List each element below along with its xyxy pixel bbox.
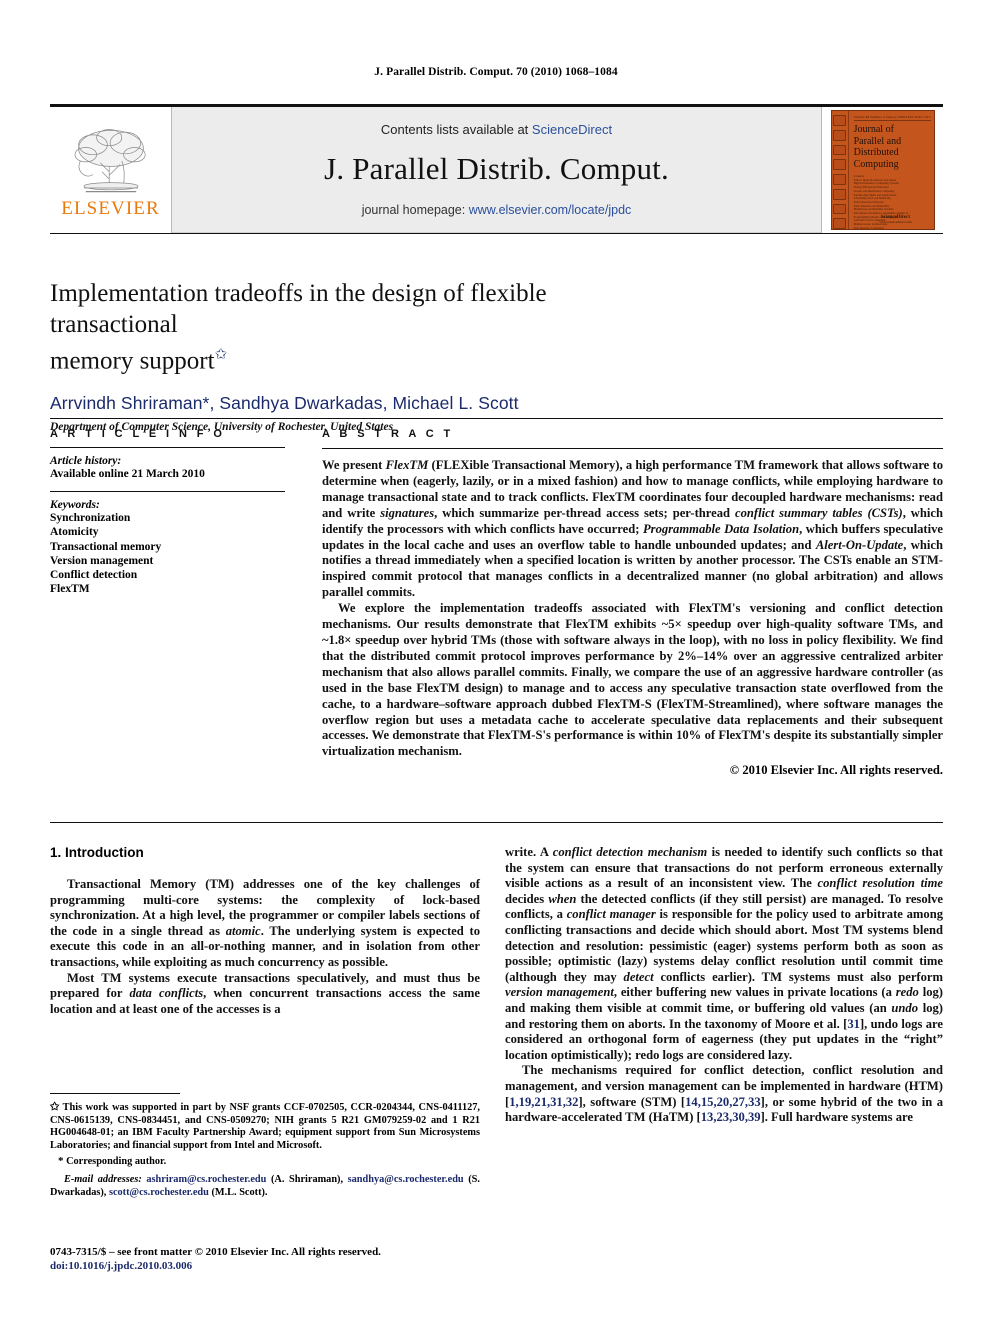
cover-title-line: Parallel and <box>853 135 902 147</box>
header-divider <box>50 418 943 419</box>
keywords-label: Keywords: <box>50 499 100 511</box>
keyword-item: Version management <box>50 554 154 567</box>
imprint-block: 0743-7315/$ – see front matter © 2010 El… <box>50 1245 490 1273</box>
email-owner: (A. Shriraman), <box>266 1173 344 1185</box>
doi-line[interactable]: doi:10.1016/j.jpdc.2010.03.006 <box>50 1259 490 1273</box>
abstract-heading: A B S T R A C T <box>322 428 454 440</box>
article-history-label: Article history: <box>50 455 122 467</box>
title-footnote-marker[interactable]: ✩ <box>215 347 228 363</box>
cover-title-line: Distributed <box>853 147 899 158</box>
abstract-paragraph: We present FlexTM (FLEXible Transactiona… <box>322 458 943 600</box>
article-history-value: Available online 21 March 2010 <box>50 468 205 480</box>
keywords-list: Synchronization Atomicity Transactional … <box>50 511 285 597</box>
article-info-column: A R T I C L E I N F O Article history: A… <box>50 428 285 597</box>
cover-strip-icon <box>833 159 847 170</box>
page-title: Implementation tradeoffs in the design o… <box>50 278 660 376</box>
paper-page: J. Parallel Distrib. Comput. 70 (2010) 1… <box>0 0 992 1323</box>
body-paragraph: The mechanisms required for conflict det… <box>505 1063 943 1125</box>
paper-title-line-2: memory support <box>50 347 215 375</box>
paper-title-line-1: Implementation tradeoffs in the design o… <box>50 280 547 338</box>
elsevier-wordmark: ELSEVIER <box>61 197 160 219</box>
author-list[interactable]: Arrvindh Shriraman*, Sandhya Dwarkadas, … <box>50 393 660 414</box>
cover-title-line: Computing <box>853 158 899 170</box>
journal-homepage-line: journal homepage: www.elsevier.com/locat… <box>361 203 632 219</box>
elsevier-tree-icon <box>74 128 146 192</box>
keywords-rule <box>50 491 285 492</box>
cover-image: Volume 68 Number 4 January 2008 ISSN 074… <box>830 110 935 230</box>
email-addresses-label: E-mail addresses: <box>64 1173 142 1185</box>
email-owner: (M.L. Scott). <box>208 1186 268 1198</box>
keyword-item: FlexTM <box>50 583 90 596</box>
body-column-left: 1. Introduction Transactional Memory (TM… <box>50 845 480 1017</box>
keyword-item: Atomicity <box>50 526 99 539</box>
running-head: J. Parallel Distrib. Comput. 70 (2010) 1… <box>374 66 618 78</box>
journal-masthead: ELSEVIER Contents lists available at Sci… <box>50 104 943 234</box>
body-column-right: write. A conflict detection mechanism is… <box>505 845 943 1126</box>
abstract-paragraph: We explore the implementation tradeoffs … <box>322 601 943 759</box>
masthead-center: Contents lists available at ScienceDirec… <box>172 107 821 233</box>
cover-strip-icon <box>833 188 847 200</box>
article-info-heading: A R T I C L E I N F O <box>50 428 226 440</box>
cover-volume-line: Volume 68 Number 4 January 2008 ISSN 074… <box>853 115 931 121</box>
section-heading-introduction: 1. Introduction <box>50 845 144 860</box>
body-paragraph: write. A conflict detection mechanism is… <box>505 845 944 1062</box>
contents-prefix: Contents lists available at <box>380 122 532 137</box>
cover-side-strip <box>832 111 849 229</box>
email-link[interactable]: scott@cs.rochester.edu <box>109 1187 209 1198</box>
sciencedirect-link[interactable]: ScienceDirect <box>532 122 612 137</box>
cover-strip-icon <box>833 174 847 185</box>
footnote-block: ✩ This work was supported in part by NSF… <box>50 1093 480 1199</box>
cover-strip-icon <box>833 203 847 215</box>
keyword-item: Transactional memory <box>50 540 162 553</box>
homepage-prefix: journal homepage: <box>361 203 469 217</box>
journal-title: J. Parallel Distrib. Comput. <box>324 151 669 186</box>
body-paragraph: Transactional Memory (TM) addresses one … <box>50 877 480 969</box>
cover-title: Journal of Parallel and Distributed Comp… <box>854 124 931 170</box>
body-text-right: write. A conflict detection mechanism is… <box>505 845 943 1126</box>
abstract-body: We present FlexTM (FLEXible Transactiona… <box>322 458 943 760</box>
contents-available-line: Contents lists available at ScienceDirec… <box>381 122 612 137</box>
funding-footnote-marker: ✩ <box>50 1101 60 1113</box>
issn-line: 0743-7315/$ – see front matter © 2010 El… <box>50 1246 381 1258</box>
body-text-left: Transactional Memory (TM) addresses one … <box>50 877 480 1017</box>
cover-strip-icon <box>833 129 847 141</box>
keyword-item: Conflict detection <box>50 569 138 582</box>
cover-footer-url: www.sciencedirect.com <box>879 220 912 224</box>
corresponding-author-text: Corresponding author. <box>66 1156 167 1168</box>
abstract-copyright: © 2010 Elsevier Inc. All rights reserved… <box>729 763 943 778</box>
keyword-item: Synchronization <box>50 512 131 524</box>
abstract-bottom-divider <box>50 822 943 823</box>
email-footnote: E-mail addresses: ashriram@cs.rochester.… <box>50 1174 480 1199</box>
funding-footnote-text: This work was supported in part by NSF g… <box>50 1102 480 1151</box>
journal-cover-thumbnail: Volume 68 Number 4 January 2008 ISSN 074… <box>821 107 943 233</box>
publisher-logo: ELSEVIER <box>50 107 172 233</box>
abstract-column: A B S T R A C T We present FlexTM (FLEXi… <box>322 428 943 778</box>
journal-homepage-link[interactable]: www.elsevier.com/locate/jpdc <box>469 203 632 217</box>
corresponding-author-footnote: * Corresponding author. <box>50 1155 480 1169</box>
article-info-rule <box>50 447 285 448</box>
cover-strip-icon <box>833 144 847 156</box>
cover-strip-icon <box>833 115 847 126</box>
cover-title-line: Journal of <box>853 124 894 135</box>
footnote-rule <box>50 1093 180 1094</box>
email-link[interactable]: sandhya@cs.rochester.edu <box>348 1174 464 1185</box>
cover-footer: Available online at ScienceDirect www.sc… <box>862 211 930 224</box>
funding-footnote: ✩ This work was supported in part by NSF… <box>50 1101 480 1152</box>
email-link[interactable]: ashriram@cs.rochester.edu <box>146 1174 266 1185</box>
body-paragraph: Most TM systems execute transactions spe… <box>50 970 480 1016</box>
cover-strip-icon <box>833 218 847 229</box>
abstract-rule <box>322 448 943 449</box>
corresponding-author-marker: * <box>58 1155 64 1168</box>
title-block: Implementation tradeoffs in the design o… <box>50 278 660 433</box>
